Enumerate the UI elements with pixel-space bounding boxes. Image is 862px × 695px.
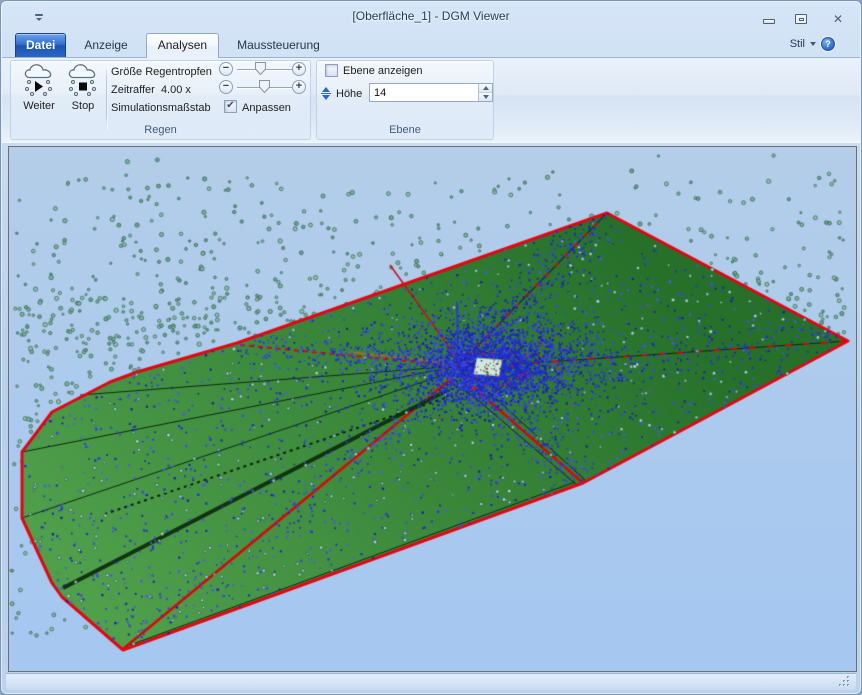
anpassen-label: Anpassen xyxy=(242,102,291,114)
timelapse-value: 4.00 x xyxy=(161,84,191,96)
anpassen-checkbox[interactable] xyxy=(224,100,237,113)
resize-grip[interactable] xyxy=(838,675,850,687)
spin-down-button[interactable] xyxy=(479,92,492,101)
triangle-down-icon xyxy=(483,95,489,99)
3d-scene-canvas[interactable] xyxy=(9,147,856,671)
ribbon-group-regen: Weiter Stop Größe Regentropfen Zeitraffe… xyxy=(10,60,311,140)
close-icon: ✕ xyxy=(833,12,843,26)
help-button[interactable]: ? xyxy=(821,37,835,51)
timelapse-decrease-button[interactable]: − xyxy=(219,80,233,94)
timelapse-slider-thumb[interactable] xyxy=(258,79,271,94)
style-label[interactable]: Stil xyxy=(790,38,805,50)
viewport-frame xyxy=(8,146,857,672)
ribbon: Weiter Stop Größe Regentropfen Zeitraffe… xyxy=(2,57,860,143)
hoehe-spinner xyxy=(369,83,493,102)
tab-maussteuerung[interactable]: Maussteuerung xyxy=(226,35,331,57)
stop-label: Stop xyxy=(72,100,95,112)
ribbon-group-ebene: Ebene anzeigen Höhe Ebene xyxy=(316,60,494,140)
minimize-icon xyxy=(763,19,775,24)
app-window: [Oberfläche_1] - DGM Viewer ✕ Datei Anze… xyxy=(0,0,862,695)
tab-datei[interactable]: Datei xyxy=(15,33,66,57)
tab-anzeige[interactable]: Anzeige xyxy=(73,35,138,57)
stop-button[interactable]: Stop xyxy=(62,63,104,117)
restore-button[interactable] xyxy=(790,12,812,26)
raindrop-size-slider-thumb[interactable] xyxy=(254,61,267,76)
hoehe-label: Höhe xyxy=(336,88,362,100)
minimize-button[interactable] xyxy=(758,14,780,28)
group-label-ebene: Ebene xyxy=(317,124,493,136)
hoehe-input[interactable] xyxy=(370,84,478,101)
chevron-down-icon[interactable] xyxy=(810,42,816,46)
group-separator xyxy=(106,65,108,129)
raindrop-size-increase-button[interactable]: + xyxy=(292,62,306,76)
rain-cloud-stop-icon xyxy=(66,63,100,99)
ebene-anzeigen-checkbox[interactable] xyxy=(325,64,338,77)
tab-analysen[interactable]: Analysen xyxy=(146,33,219,58)
weiter-button[interactable]: Weiter xyxy=(16,63,62,117)
timelapse-label: Zeitraffer 4.00 x xyxy=(111,84,191,96)
raindrop-size-label: Größe Regentropfen xyxy=(111,66,212,78)
restore-icon xyxy=(795,14,807,24)
spin-up-button[interactable] xyxy=(479,84,492,92)
raindrop-size-decrease-button[interactable]: − xyxy=(219,62,233,76)
height-icon xyxy=(319,85,333,101)
window-title: [Oberfläche_1] - DGM Viewer xyxy=(1,9,861,23)
close-button[interactable]: ✕ xyxy=(827,12,849,26)
ribbon-tab-bar: Datei Anzeige Analysen Maussteuerung Sti… xyxy=(1,31,861,57)
weiter-label: Weiter xyxy=(23,100,55,112)
group-label-regen: Regen xyxy=(11,124,310,136)
timelapse-increase-button[interactable]: + xyxy=(292,80,306,94)
title-bar[interactable]: [Oberfläche_1] - DGM Viewer ✕ xyxy=(1,1,861,31)
ebene-anzeigen-label: Ebene anzeigen xyxy=(343,65,423,77)
rain-cloud-play-icon xyxy=(22,63,56,99)
simulation-scale-label: Simulationsmaßstab xyxy=(111,102,211,114)
style-selector: Stil ? xyxy=(790,37,835,51)
status-bar xyxy=(6,673,856,690)
triangle-up-icon xyxy=(483,86,489,90)
